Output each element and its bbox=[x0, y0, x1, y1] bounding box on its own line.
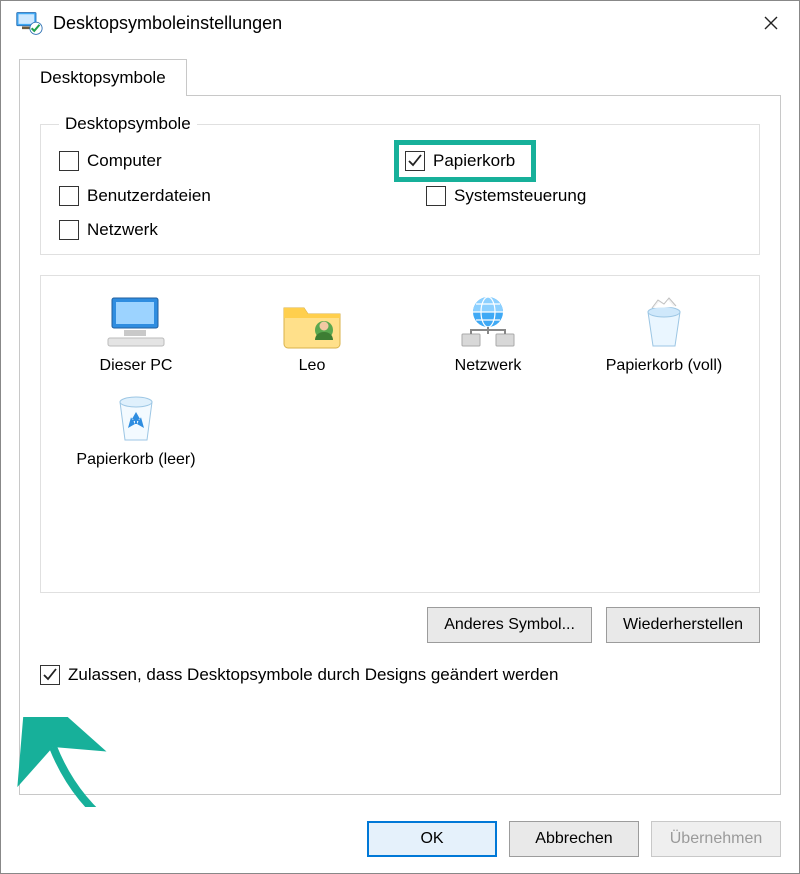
checkmark-icon bbox=[42, 667, 58, 683]
cancel-button[interactable]: Abbrechen bbox=[509, 821, 639, 857]
restore-default-button[interactable]: Wiederherstellen bbox=[606, 607, 760, 643]
network-icon bbox=[456, 292, 520, 352]
tab-strip: Desktopsymbole bbox=[19, 59, 781, 96]
checkbox-papierkorb[interactable]: Papierkorb bbox=[405, 151, 515, 171]
dialog-footer: OK Abbrechen Übernehmen bbox=[1, 807, 799, 873]
icon-item-leo[interactable]: Leo bbox=[227, 292, 397, 376]
icon-item-papierkorb-voll[interactable]: Papierkorb (voll) bbox=[579, 292, 749, 376]
computer-icon bbox=[104, 292, 168, 352]
tab-desktopsymbole[interactable]: Desktopsymbole bbox=[19, 59, 187, 96]
checkbox-computer[interactable]: Computer bbox=[59, 150, 396, 172]
checkmark-icon bbox=[407, 153, 423, 169]
checkbox-box bbox=[405, 151, 425, 171]
icon-label: Papierkorb (voll) bbox=[606, 356, 722, 376]
icon-item-dieser-pc[interactable]: Dieser PC bbox=[51, 292, 221, 376]
checkbox-label: Zulassen, dass Desktopsymbole durch Desi… bbox=[68, 665, 558, 685]
apply-button[interactable]: Übernehmen bbox=[651, 821, 781, 857]
user-folder-icon bbox=[280, 292, 344, 352]
checkbox-label: Systemsteuerung bbox=[454, 186, 586, 206]
close-button[interactable] bbox=[751, 7, 791, 39]
checkbox-allow-themes[interactable]: Zulassen, dass Desktopsymbole durch Desi… bbox=[40, 665, 760, 685]
checkbox-netzwerk[interactable]: Netzwerk bbox=[59, 220, 396, 240]
recycle-bin-empty-icon bbox=[104, 386, 168, 446]
recycle-bin-full-icon bbox=[632, 292, 696, 352]
close-icon bbox=[763, 15, 779, 31]
change-icon-button[interactable]: Anderes Symbol... bbox=[427, 607, 592, 643]
icon-item-netzwerk[interactable]: Netzwerk bbox=[403, 292, 573, 376]
checkbox-box bbox=[59, 186, 79, 206]
checkbox-label: Computer bbox=[87, 151, 162, 171]
highlight-papierkorb: Papierkorb bbox=[394, 140, 536, 182]
dialog-body: Desktopsymbole Desktopsymbole Computer bbox=[1, 45, 799, 795]
ok-button[interactable]: OK bbox=[367, 821, 497, 857]
icon-label: Papierkorb (leer) bbox=[76, 450, 195, 470]
icon-label: Leo bbox=[299, 356, 326, 376]
checkbox-benutzerdateien[interactable]: Benutzerdateien bbox=[59, 186, 396, 206]
group-legend: Desktopsymbole bbox=[59, 114, 197, 134]
checkbox-box bbox=[426, 186, 446, 206]
titlebar: Desktopsymboleinstellungen bbox=[1, 1, 799, 45]
checkbox-systemsteuerung[interactable]: Systemsteuerung bbox=[426, 186, 741, 206]
app-icon bbox=[15, 9, 43, 37]
icon-label: Netzwerk bbox=[455, 356, 522, 376]
dialog-window: Desktopsymboleinstellungen Desktopsymbol… bbox=[0, 0, 800, 874]
tab-panel: Desktopsymbole Computer Papierkorb bbox=[19, 95, 781, 795]
icon-item-papierkorb-leer[interactable]: Papierkorb (leer) bbox=[51, 386, 221, 470]
icon-button-row: Anderes Symbol... Wiederherstellen bbox=[40, 607, 760, 643]
desktopsymbole-group: Desktopsymbole Computer Papierkorb bbox=[40, 114, 760, 255]
checkbox-box bbox=[59, 220, 79, 240]
icon-preview-panel: Dieser PC Leo Netzwerk bbox=[40, 275, 760, 593]
window-title: Desktopsymboleinstellungen bbox=[53, 13, 751, 34]
icon-label: Dieser PC bbox=[100, 356, 173, 376]
checkbox-box bbox=[40, 665, 60, 685]
checkbox-box bbox=[59, 151, 79, 171]
checkbox-label: Netzwerk bbox=[87, 220, 158, 240]
checkbox-label: Papierkorb bbox=[433, 151, 515, 171]
checkbox-label: Benutzerdateien bbox=[87, 186, 211, 206]
